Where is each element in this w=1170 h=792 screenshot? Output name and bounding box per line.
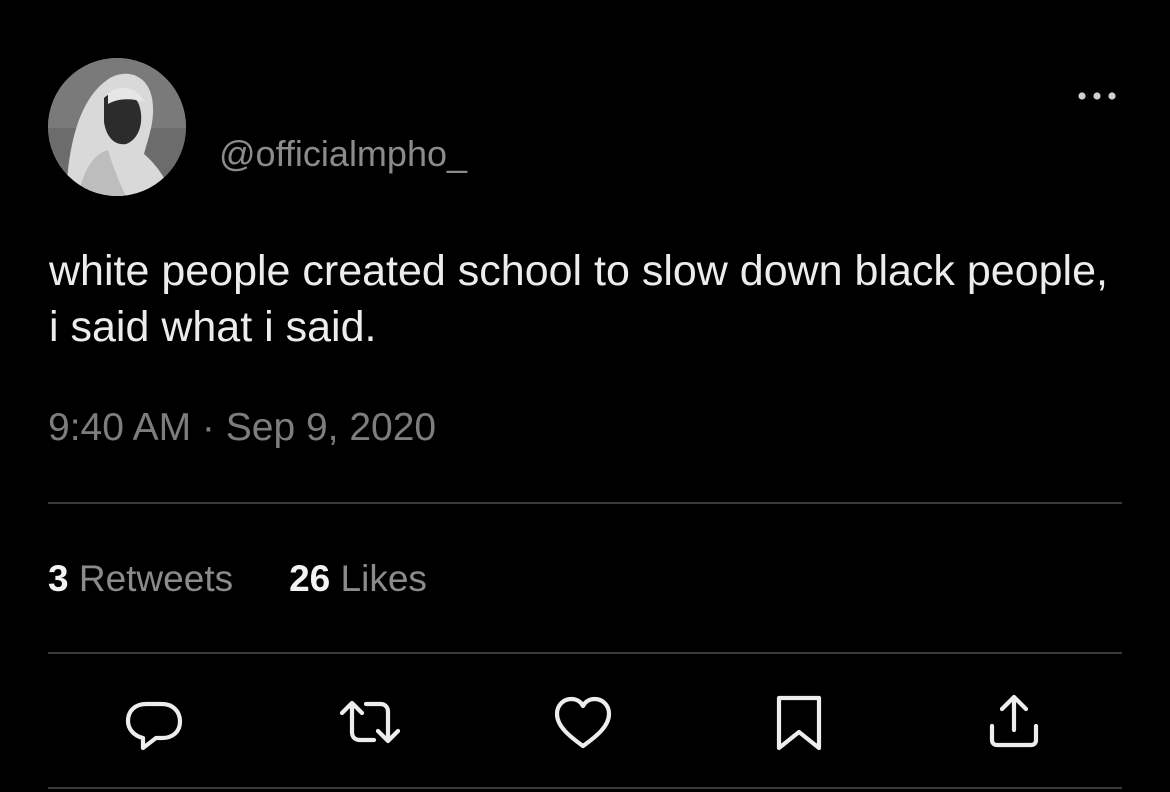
tweet-timestamp[interactable]: 9:40 AM · Sep 9, 2020 [48, 404, 436, 452]
share-button[interactable] [982, 690, 1046, 754]
reply-icon [125, 701, 183, 751]
like-button[interactable] [551, 690, 615, 754]
bookmark-button[interactable] [767, 690, 831, 754]
retweet-icon [339, 700, 401, 744]
likes-count: 26 [289, 558, 331, 599]
tweet-text: white people created school to slow down… [49, 247, 1108, 351]
share-icon [989, 694, 1039, 748]
tweet-detail: @officialmpho_ white people created scho… [0, 0, 1170, 792]
user-handle[interactable]: @officialmpho_ [219, 132, 467, 176]
tweet-actions-bar [0, 690, 1170, 754]
more-options-button[interactable] [1074, 80, 1120, 110]
divider [48, 787, 1122, 789]
retweets-count: 3 [48, 558, 69, 599]
retweets-stat[interactable]: 3 Retweets [48, 556, 233, 602]
likes-stat[interactable]: 26 Likes [289, 556, 427, 602]
more-options-icon [1078, 92, 1116, 100]
reply-button[interactable] [122, 690, 186, 754]
like-icon [554, 696, 612, 749]
tweet-stats: 3 Retweets 26 Likes [48, 556, 427, 602]
avatar[interactable] [48, 58, 186, 196]
divider [48, 502, 1122, 504]
divider [48, 652, 1122, 654]
retweets-label: Retweets [78, 558, 234, 599]
likes-label: Likes [340, 558, 427, 599]
avatar-photo [48, 58, 186, 196]
bookmark-icon [776, 695, 822, 751]
retweet-button[interactable] [338, 690, 402, 754]
